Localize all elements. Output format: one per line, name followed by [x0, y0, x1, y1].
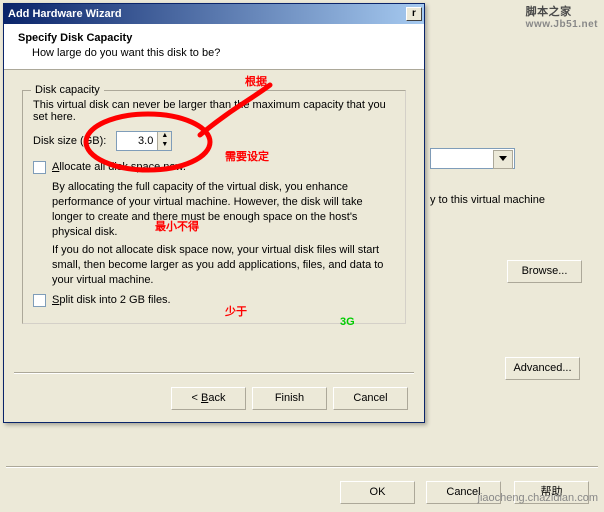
- button-separator: [14, 372, 414, 374]
- disk-capacity-group: Disk capacity This virtual disk can neve…: [22, 90, 406, 324]
- wizard-button-row: < Back Finish Cancel: [171, 387, 408, 410]
- watermark-bottom: jiaocheng.chazidian.com: [478, 492, 598, 504]
- cancel-button[interactable]: Cancel: [333, 387, 408, 410]
- device-label: y to this virtual machine: [430, 194, 545, 206]
- page-title: Specify Disk Capacity: [18, 32, 410, 44]
- split-label: SSplit disk into 2 GB files.plit disk in…: [52, 294, 171, 306]
- device-select[interactable]: [430, 148, 515, 169]
- allocate-label: AAllocate all disk space now.llocate all…: [52, 161, 186, 173]
- close-button[interactable]: r: [406, 7, 422, 21]
- titlebar[interactable]: Add Hardware Wizard r: [4, 4, 424, 24]
- back-button[interactable]: < Back: [171, 387, 246, 410]
- disk-size-input[interactable]: [117, 132, 157, 150]
- split-checkbox-row: SSplit disk into 2 GB files.plit disk in…: [33, 294, 395, 307]
- advanced-button[interactable]: Advanced...: [505, 357, 580, 380]
- add-hardware-wizard-dialog: Add Hardware Wizard r Specify Disk Capac…: [3, 3, 425, 423]
- watermark-top: 脚本之家 www.Jb51.net: [526, 3, 598, 30]
- separator: [6, 466, 598, 468]
- spinner-down-icon[interactable]: ▼: [157, 141, 171, 150]
- page-subtitle: How large do you want this disk to be?: [32, 47, 410, 59]
- disk-size-row: Disk size (GB): ▲ ▼: [33, 131, 395, 151]
- disk-size-label: Disk size (GB):: [33, 135, 106, 147]
- allocate-checkbox[interactable]: [33, 161, 46, 174]
- allocate-checkbox-row: AAllocate all disk space now.llocate all…: [33, 161, 395, 174]
- split-checkbox[interactable]: [33, 294, 46, 307]
- browse-button[interactable]: Browse...: [507, 260, 582, 283]
- window-title: Add Hardware Wizard: [8, 8, 406, 20]
- wizard-header: Specify Disk Capacity How large do you w…: [4, 24, 424, 70]
- spinner-up-icon[interactable]: ▲: [157, 132, 171, 141]
- group-title: Disk capacity: [31, 84, 104, 96]
- finish-button[interactable]: Finish: [252, 387, 327, 410]
- wizard-body: Disk capacity This virtual disk can neve…: [4, 70, 424, 338]
- ok-button[interactable]: OK: [340, 481, 415, 504]
- capacity-info-text: This virtual disk can never be larger th…: [33, 99, 395, 123]
- chevron-down-icon: [499, 156, 507, 161]
- disk-size-spinner[interactable]: ▲ ▼: [116, 131, 172, 151]
- allocate-warning: If you do not allocate disk space now, y…: [52, 243, 395, 288]
- allocate-description: By allocating the full capacity of the v…: [52, 180, 395, 239]
